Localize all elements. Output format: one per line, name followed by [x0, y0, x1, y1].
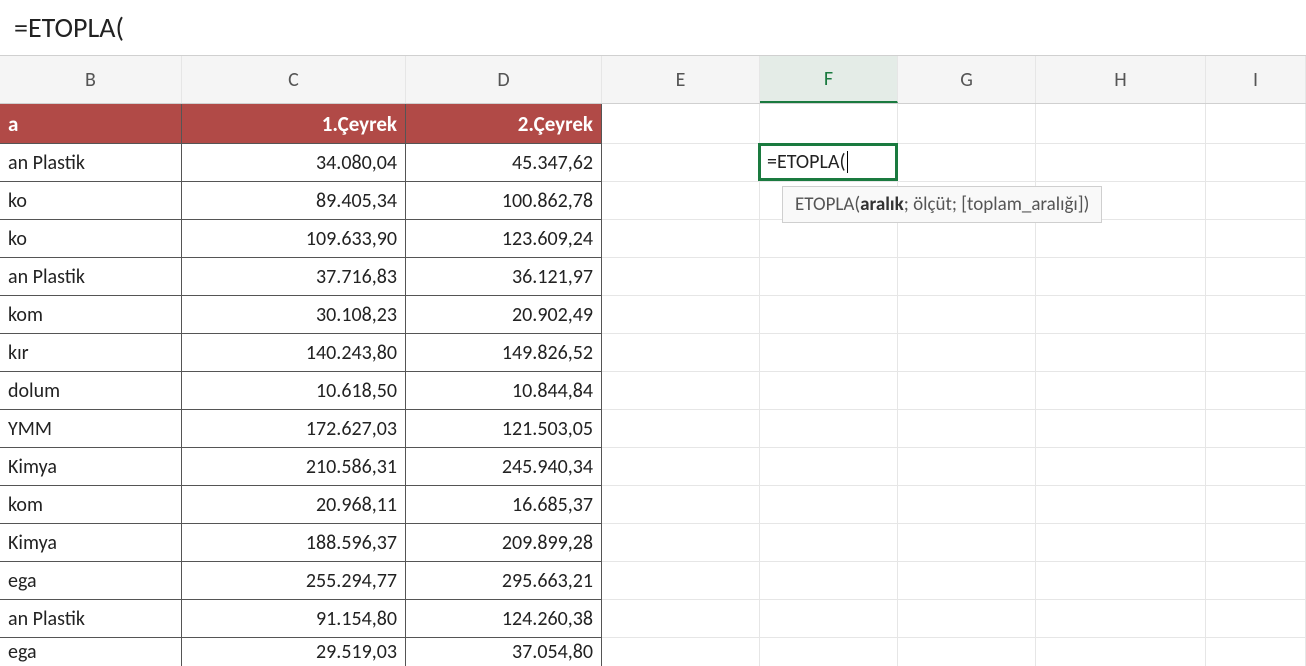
col-header-B[interactable]: B [0, 56, 182, 103]
active-cell-text: =ETOPLA( [767, 150, 846, 174]
tooltip-current-arg[interactable]: aralık [860, 193, 904, 216]
header-C[interactable]: 1.Çeyrek [182, 104, 406, 144]
table-row: an Plastik 34.080,04 45.347,62 [0, 144, 1306, 182]
table-row: ega 255.294,77 295.663,21 [0, 562, 1306, 600]
active-cell[interactable]: =ETOPLA( [758, 143, 898, 181]
table-row: Kimya 188.596,37 209.899,28 [0, 524, 1306, 562]
col-header-H[interactable]: H [1036, 56, 1206, 103]
function-tooltip[interactable]: ETOPLA(aralık; ölçüt; [toplam_aralığı]) [782, 186, 1102, 223]
column-headers: B C D E F G H I [0, 56, 1306, 104]
header-D[interactable]: 2.Çeyrek [406, 104, 602, 144]
col-header-C[interactable]: C [182, 56, 406, 103]
text-cursor [847, 151, 848, 173]
col-header-D[interactable]: D [406, 56, 602, 103]
formula-bar-text: =ETOPLA( [14, 10, 124, 45]
table-row: ko 89.405,34 100.862,78 [0, 182, 1306, 220]
table-row: ko 109.633,90 123.609,24 [0, 220, 1306, 258]
formula-bar[interactable]: =ETOPLA( [0, 0, 1306, 56]
table-row: an Plastik 91.154,80 124.260,38 [0, 600, 1306, 638]
table-row: kır 140.243,80 149.826,52 [0, 334, 1306, 372]
tooltip-rest[interactable]: ; ölçüt; [toplam_aralığı]) [904, 193, 1090, 216]
table-row: ega 29.519,03 37.054,80 [0, 638, 1306, 666]
col-header-I[interactable]: I [1206, 56, 1306, 103]
table-row: kom 20.968,11 16.685,37 [0, 486, 1306, 524]
cell-H1[interactable] [1036, 104, 1206, 144]
col-header-G[interactable]: G [898, 56, 1036, 103]
table-row: Kimya 210.586,31 245.940,34 [0, 448, 1306, 486]
header-B[interactable]: a [0, 104, 182, 144]
cell-D[interactable]: 45.347,62 [406, 144, 602, 182]
cell-F1[interactable] [760, 104, 898, 144]
cell-C[interactable]: 34.080,04 [182, 144, 406, 182]
table-row: an Plastik 37.716,83 36.121,97 [0, 258, 1306, 296]
cell-B[interactable]: an Plastik [0, 144, 182, 182]
cell-G1[interactable] [898, 104, 1036, 144]
tooltip-fn: ETOPLA [795, 193, 854, 216]
cell-E1[interactable] [602, 104, 760, 144]
col-header-E[interactable]: E [602, 56, 760, 103]
col-header-F[interactable]: F [760, 56, 898, 103]
table-row: kom 30.108,23 20.902,49 [0, 296, 1306, 334]
cell-I1[interactable] [1206, 104, 1306, 144]
table-row: dolum 10.618,50 10.844,84 [0, 372, 1306, 410]
table-header-row: a 1.Çeyrek 2.Çeyrek [0, 104, 1306, 144]
spreadsheet-grid[interactable]: a 1.Çeyrek 2.Çeyrek an Plastik 34.080,04… [0, 104, 1306, 666]
table-row: YMM 172.627,03 121.503,05 [0, 410, 1306, 448]
